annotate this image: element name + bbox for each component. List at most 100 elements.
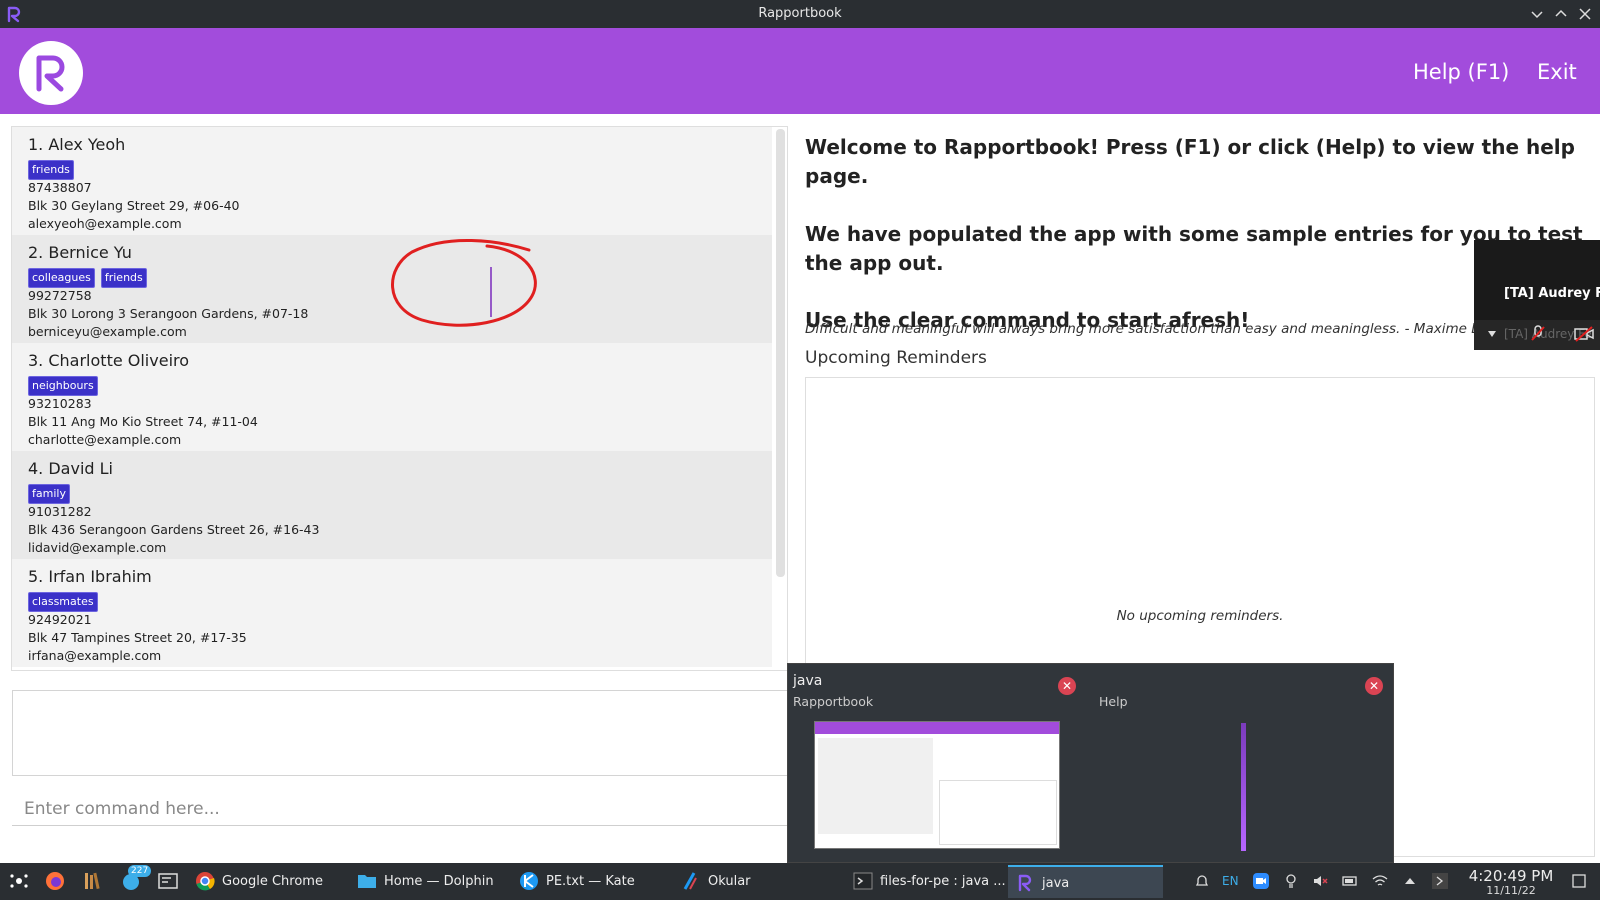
terminal-icon[interactable] — [157, 870, 179, 892]
task-switcher-popup[interactable]: java Rapportbook ✕ Help ✕ — [787, 663, 1394, 863]
tag-badge: neighbours — [28, 376, 98, 396]
reminders-title: Upcoming Reminders — [805, 348, 987, 368]
tag-list: neighbours — [28, 374, 756, 396]
show-hidden-icons-icon[interactable] — [1402, 873, 1418, 889]
kate-icon — [520, 872, 538, 890]
person-phone: 91031282 — [28, 504, 92, 519]
person-card[interactable]: 1. Alex Yeoh friends 87438807 Blk 30 Gey… — [12, 127, 772, 235]
app-header — [0, 28, 1600, 114]
person-card[interactable]: 5. Irfan Ibrahim classmates 92492021 Blk… — [12, 559, 772, 667]
taskbar: 227 Google Chrome Home — Dolphin PE.txt … — [0, 863, 1600, 900]
taskbar-task-chrome[interactable]: Google Chrome — [188, 865, 343, 898]
battery-icon[interactable] — [1342, 873, 1358, 889]
annotation-circle — [391, 239, 537, 327]
rapportbook-thumbnail[interactable] — [814, 721, 1060, 849]
window-title: Rapportbook — [758, 6, 842, 21]
tag-badge: friends — [100, 268, 147, 288]
task-label: Okular — [708, 874, 751, 889]
close-window-icon[interactable]: ✕ — [1365, 677, 1383, 695]
welcome-message: Welcome to Rapportbook! Press (F1) or cl… — [805, 135, 1575, 188]
lightbulb-icon[interactable] — [1283, 873, 1299, 889]
app-launcher-icon[interactable] — [8, 870, 30, 892]
app-logo — [19, 41, 83, 105]
taskbar-task-kate[interactable]: PE.txt — Kate — [512, 865, 667, 898]
person-address: Blk 11 Ang Mo Kio Street 74, #11-04 — [28, 414, 258, 429]
keyboard-layout-indicator[interactable]: EN — [1222, 874, 1239, 888]
exit-menu-link[interactable]: Exit — [1537, 60, 1577, 84]
help-thumbnail[interactable] — [1241, 723, 1246, 851]
person-phone: 92492021 — [28, 612, 92, 627]
result-display — [12, 690, 790, 776]
rapportbook-task-icon — [1018, 874, 1032, 892]
person-list[interactable]: 1. Alex Yeoh friends 87438807 Blk 30 Gey… — [11, 126, 788, 671]
tag-list: friends — [28, 158, 756, 180]
close-icon[interactable] — [1575, 4, 1595, 24]
clock-date: 11/11/22 — [1486, 884, 1536, 897]
task-label: PE.txt — Kate — [546, 874, 635, 889]
task-switcher-window-help[interactable]: Help — [1099, 694, 1128, 709]
person-card[interactable]: 3. Charlotte Oliveiro neighbours 9321028… — [12, 343, 772, 451]
notification-badge: 227 — [128, 865, 152, 877]
camera-off-icon[interactable] — [1574, 326, 1594, 342]
tag-badge: colleagues — [28, 268, 95, 288]
person-card[interactable]: 4. David Li family 91031282 Blk 436 Sera… — [12, 451, 772, 559]
participant-name: [TA] Audrey Fe — [1504, 286, 1600, 301]
taskbar-task-files-for-pe[interactable]: files-for-pe : java ... — [846, 865, 1006, 898]
taskbar-task-java[interactable]: java — [1008, 865, 1163, 898]
tag-badge: friends — [28, 160, 74, 180]
taskbar-task-okular[interactable]: Okular — [674, 865, 829, 898]
library-icon[interactable] — [82, 870, 104, 892]
wifi-icon[interactable] — [1372, 873, 1388, 889]
rapportbook-logo-icon — [36, 55, 65, 92]
person-address: Blk 47 Tampines Street 20, #17-35 — [28, 630, 247, 645]
task-label: java — [1042, 876, 1070, 891]
volume-muted-icon[interactable] — [1312, 873, 1328, 889]
person-email: lidavid@example.com — [28, 540, 167, 555]
tag-badge: family — [28, 484, 70, 504]
person-email: alexyeoh@example.com — [28, 216, 182, 231]
close-window-icon[interactable]: ✕ — [1058, 677, 1076, 695]
minimize-icon[interactable] — [1527, 4, 1547, 24]
taskbar-task-dolphin[interactable]: Home — Dolphin — [350, 865, 505, 898]
person-name: 1. Alex Yeoh — [28, 135, 126, 154]
tag-list: classmates — [28, 590, 756, 612]
mic-muted-icon[interactable] — [1530, 325, 1546, 343]
maximize-icon[interactable] — [1551, 4, 1571, 24]
tag-badge: classmates — [28, 592, 98, 612]
folder-icon — [358, 875, 376, 888]
console-icon[interactable] — [1432, 873, 1448, 889]
video-call-overlay[interactable]: [TA] Audrey Fe [TA] Audrey Fe — [1474, 240, 1600, 350]
person-name: 5. Irfan Ibrahim — [28, 567, 152, 586]
clock-time[interactable]: 4:20:49 PM — [1465, 867, 1557, 885]
person-address: Blk 30 Geylang Street 29, #06-40 — [28, 198, 240, 213]
daily-quote: Difficult and meaningful will always bri… — [805, 321, 1485, 337]
chrome-icon — [196, 872, 215, 891]
notifications-icon[interactable] — [1194, 873, 1210, 889]
command-box[interactable] — [12, 792, 790, 826]
firefox-icon[interactable] — [44, 870, 66, 892]
person-email: charlotte@example.com — [28, 432, 182, 447]
zoom-icon[interactable] — [1253, 873, 1269, 889]
task-switcher-title: java — [793, 673, 823, 689]
person-name: 3. Charlotte Oliveiro — [28, 351, 190, 370]
video-call-controls: [TA] Audrey Fe — [1474, 320, 1600, 350]
task-label: Google Chrome — [222, 874, 323, 889]
task-label: files-for-pe : java ... — [880, 874, 1006, 889]
tag-list: family — [28, 482, 756, 504]
person-phone: 87438807 — [28, 180, 92, 195]
dropdown-arrow-icon[interactable] — [1486, 328, 1498, 340]
list-scrollbar[interactable] — [776, 129, 785, 577]
show-desktop-icon[interactable] — [1571, 873, 1587, 889]
task-switcher-window-rapportbook[interactable]: Rapportbook — [793, 694, 873, 709]
person-email: irfana@example.com — [28, 648, 162, 663]
task-label: Home — Dolphin — [384, 874, 494, 889]
window-titlebar: Rapportbook — [0, 0, 1600, 28]
person-phone: 93210283 — [28, 396, 92, 411]
help-menu-link[interactable]: Help (F1) — [1413, 60, 1509, 84]
reminders-empty-text: No upcoming reminders. — [1116, 608, 1284, 624]
terminal-task-icon — [853, 872, 873, 890]
command-input[interactable] — [12, 792, 790, 825]
okular-icon — [683, 872, 697, 890]
person-address: Blk 436 Serangoon Gardens Street 26, #16… — [28, 522, 320, 537]
person-name: 4. David Li — [28, 459, 113, 478]
